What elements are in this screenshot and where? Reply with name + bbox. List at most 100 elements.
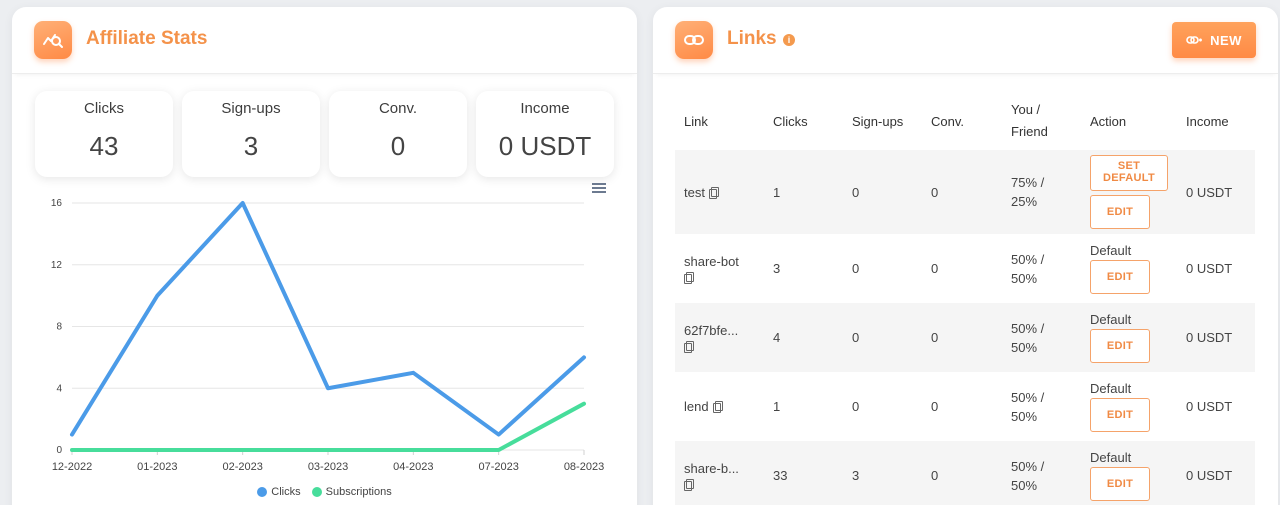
copy-icon[interactable] xyxy=(684,479,694,491)
copy-icon[interactable] xyxy=(712,401,723,413)
action-cell: Default EDIT xyxy=(1081,234,1177,303)
x-tick-label: 08-2023 xyxy=(564,461,604,473)
copy-icon[interactable] xyxy=(684,341,694,353)
split-cell: 50% / 50% xyxy=(1002,303,1081,372)
conv-cell: 0 xyxy=(931,399,939,414)
x-tick-label: 12-2022 xyxy=(52,461,92,473)
legend-label: Clicks xyxy=(271,486,301,498)
default-label: Default xyxy=(1090,243,1132,258)
links-card: Links i NEW Link Clicks Sign-ups Conv. Y… xyxy=(653,7,1278,505)
line-chart: 0 4 8 12 16 12-2022 01-2023 02-2023 03-2023 04-20… xyxy=(12,177,637,505)
default-label: Default xyxy=(1090,312,1132,327)
links-header: Links i NEW xyxy=(653,7,1278,74)
edit-button[interactable]: EDIT xyxy=(1090,467,1150,501)
new-link-button[interactable]: NEW xyxy=(1172,22,1256,58)
col-header-income[interactable]: Income xyxy=(1177,92,1255,150)
y-tick-label: 12 xyxy=(51,260,63,271)
y-tick-label: 16 xyxy=(51,198,63,209)
signups-cell: 0 xyxy=(852,399,860,414)
x-tick-label: 03-2023 xyxy=(308,461,348,473)
table-row: share-b... 33 3 0 50% /50% Default EDIT … xyxy=(675,441,1255,505)
legend-label: Subscriptions xyxy=(325,486,392,498)
clicks-cell: 3 xyxy=(773,261,781,276)
y-tick-label: 0 xyxy=(56,445,62,456)
stat-value: 43 xyxy=(89,131,119,161)
stat-label: Conv. xyxy=(378,100,418,117)
action-cell: Default EDIT xyxy=(1081,303,1177,372)
x-tick-label: 04-2023 xyxy=(393,461,433,473)
split-cell: 50% / 50% xyxy=(1002,234,1081,303)
link-cell: share-b... xyxy=(675,441,764,505)
stat-label: Sign-ups xyxy=(221,100,281,117)
income-cell: 0 USDT xyxy=(1186,399,1233,414)
legend-item-subscriptions[interactable]: Subscriptions xyxy=(311,486,392,498)
edit-button[interactable]: EDIT xyxy=(1090,195,1150,229)
table-row: 62f7bfe... 4 0 0 50% / 50% Default EDIT 0… xyxy=(675,303,1255,372)
stat-card-conv: Conv. 0 xyxy=(329,91,467,177)
split-text: 50% xyxy=(1011,477,1038,493)
col-header-clicks[interactable]: Clicks xyxy=(764,92,843,150)
set-default-button[interactable]: SET DEFAULT xyxy=(1090,155,1168,191)
edit-button[interactable]: EDIT xyxy=(1090,260,1150,294)
stat-value: 3 xyxy=(243,131,259,161)
add-link-icon xyxy=(1186,36,1203,44)
table-header-row: Link Clicks Sign-ups Conv. You / Friend … xyxy=(675,92,1255,150)
table-row: share-bot 3 0 0 50% / 50% Default EDIT 0 … xyxy=(675,234,1255,303)
link-name: share-b... xyxy=(684,461,739,476)
col-header-you-friend[interactable]: You / Friend xyxy=(1002,92,1081,150)
affiliate-stats-header: Affiliate Stats xyxy=(12,7,637,74)
conv-cell: 0 xyxy=(922,441,1002,505)
signups-cell: 0 xyxy=(852,261,860,276)
col-header-link[interactable]: Link xyxy=(675,92,764,150)
action-cell: Default EDIT xyxy=(1081,441,1177,505)
x-tick-label: 07-2023 xyxy=(478,461,518,473)
y-tick-label: 4 xyxy=(56,383,62,394)
conv-cell: 0 xyxy=(931,261,939,276)
col-header-text: You / xyxy=(1011,102,1041,117)
copy-icon[interactable] xyxy=(708,186,719,199)
chart-menu-icon[interactable] xyxy=(592,183,606,193)
x-tick-label: 02-2023 xyxy=(222,461,262,473)
conv-cell: 0 xyxy=(922,150,1002,234)
edit-button[interactable]: EDIT xyxy=(1090,398,1150,432)
stats-chart-icon xyxy=(34,21,72,59)
clicks-cell: 4 xyxy=(764,303,843,372)
x-tick-label: 01-2023 xyxy=(137,461,177,473)
split-text: 50% xyxy=(1011,339,1038,355)
link-name: share-bot xyxy=(684,254,739,269)
income-cell: 0 USDT xyxy=(1186,261,1233,276)
income-cell: 0 USDT xyxy=(1177,150,1255,234)
split-text: 50% / xyxy=(1011,389,1045,405)
affiliate-stats-card: Affiliate Stats Clicks 43 Sign-ups 3 Con… xyxy=(12,7,637,505)
stat-label: Income xyxy=(520,100,570,117)
default-label: Default xyxy=(1090,450,1132,465)
split-text: 50% / xyxy=(1011,458,1045,474)
signups-cell: 3 xyxy=(843,441,922,505)
split-text: 50% / xyxy=(1011,320,1045,336)
split-cell: 50% / 50% xyxy=(1002,441,1081,505)
chart-plot: 0 4 8 12 16 12-2022 01-2023 02-2023 03-2023 04-20… xyxy=(51,198,604,473)
col-header-conv[interactable]: Conv. xyxy=(922,92,1002,150)
edit-button[interactable]: EDIT xyxy=(1090,329,1150,363)
col-header-text: Friend xyxy=(1011,124,1048,139)
stat-label: Clicks xyxy=(84,100,124,117)
income-cell: 0 USDT xyxy=(1177,303,1255,372)
y-tick-label: 8 xyxy=(56,322,62,333)
signups-cell: 0 xyxy=(843,150,922,234)
link-icon xyxy=(675,21,713,59)
split-text: 25% xyxy=(1011,194,1038,209)
link-cell: lend xyxy=(675,372,764,441)
copy-icon[interactable] xyxy=(684,272,694,284)
link-cell: test xyxy=(675,150,764,234)
clicks-cell: 33 xyxy=(764,441,843,505)
action-cell: SET DEFAULT EDIT xyxy=(1081,150,1177,234)
split-text: 50% xyxy=(1011,270,1038,286)
col-header-signups[interactable]: Sign-ups xyxy=(843,92,922,150)
table-row: test 1 0 0 75% / 25% SET DEFAULT EDIT 0 U… xyxy=(675,150,1255,234)
legend-item-clicks[interactable]: Clicks xyxy=(257,486,301,498)
link-name: test xyxy=(684,184,705,200)
new-button-label: NEW xyxy=(1210,32,1242,48)
split-cell: 50% / 50% xyxy=(1002,372,1081,441)
info-icon[interactable]: i xyxy=(783,34,795,46)
link-name: 62f7bfe... xyxy=(684,323,739,338)
